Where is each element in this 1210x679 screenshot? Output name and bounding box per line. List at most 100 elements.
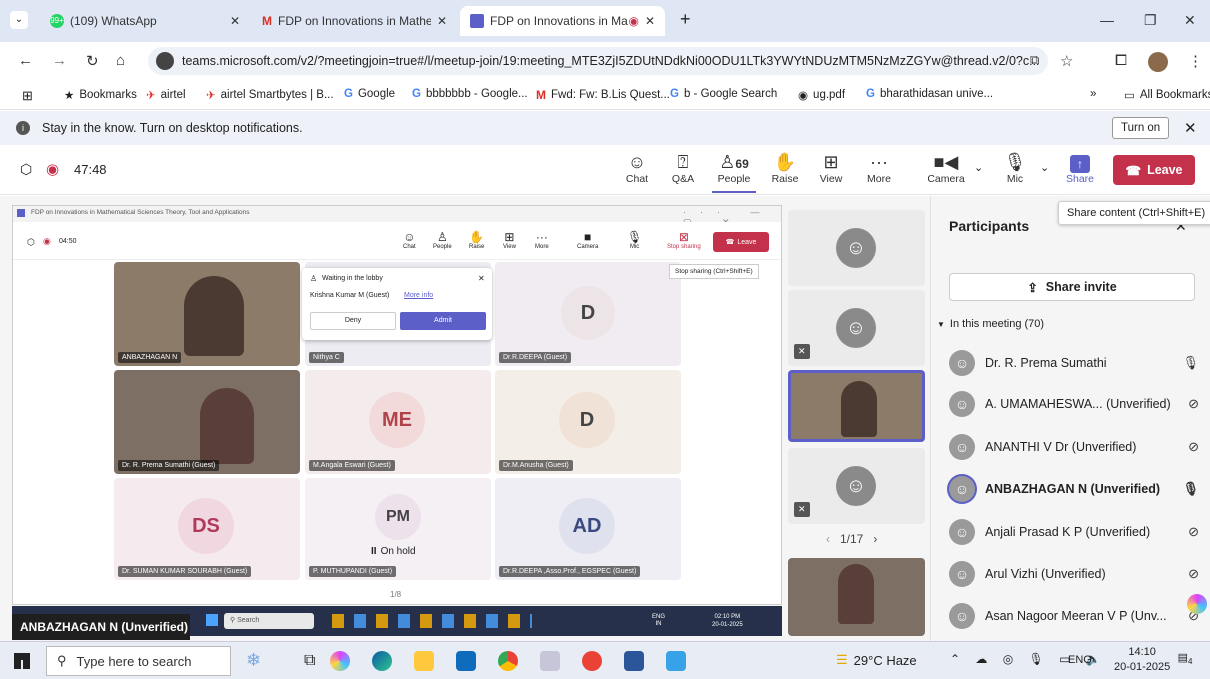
participant-row[interactable]: ☺ Dr. R. Prema Sumathi 🎙 <box>949 348 1199 378</box>
shared-camera-button[interactable]: ■ Camera <box>577 230 598 250</box>
shared-raise-button[interactable]: ✋ Raise <box>469 230 484 250</box>
url-input[interactable]: teams.microsoft.com/v2/?meetingjoin=true… <box>148 47 1048 75</box>
profile-avatar[interactable] <box>1148 52 1168 72</box>
bookmark-star-icon[interactable]: ☆ <box>1060 52 1073 70</box>
back-icon[interactable]: ← <box>18 52 33 69</box>
edge-icon[interactable] <box>372 651 392 671</box>
turn-on-button[interactable]: Turn on <box>1112 117 1170 139</box>
raise-hand-button[interactable]: ✋ Raise <box>770 151 800 185</box>
taskbar-search-input[interactable]: ⚲ Type here to search <box>46 646 231 676</box>
close-icon[interactable]: ✕ <box>478 274 485 283</box>
video-tile[interactable]: AD Dr.R.DEEPA ,Asso.Prof., EGSPEC (Guest… <box>495 478 681 580</box>
file-explorer-icon[interactable] <box>414 651 434 671</box>
copilot-icon[interactable] <box>1187 594 1207 614</box>
camera-button[interactable]: ■◀ Camera <box>926 151 966 185</box>
video-tile[interactable]: ANBAZHAGAN N <box>114 262 300 366</box>
chevron-down-icon[interactable]: ⌄ <box>974 161 983 174</box>
video-tile[interactable]: D Dr.R.DEEPA (Guest) <box>495 262 681 366</box>
notification-center-icon[interactable]: ▤4 <box>1174 651 1196 671</box>
video-tile[interactable]: Dr. R. Prema Sumathi (Guest) <box>114 370 300 474</box>
forward-icon[interactable]: → <box>52 52 67 69</box>
snipping-tool-icon[interactable] <box>540 651 560 671</box>
tab-search-icon[interactable]: ⌄ <box>10 11 28 29</box>
restore-icon[interactable]: ❐ <box>1144 12 1157 29</box>
bookmark-airtel[interactable]: ✈ airtel <box>146 88 186 102</box>
shared-pager[interactable]: 1/8 <box>390 590 401 599</box>
video-tile[interactable]: D Dr.M.Anusha (Guest) <box>495 370 681 474</box>
bookmark-google-search[interactable]: Gb - Google Search <box>670 88 777 100</box>
chat-button[interactable]: ☺ Chat <box>622 151 652 185</box>
chevron-left-icon[interactable]: ‹ <box>826 532 830 546</box>
shared-people-button[interactable]: ♙ People <box>433 230 452 250</box>
menu-kebab-icon[interactable]: ⋮ <box>1188 52 1203 70</box>
more-info-link[interactable]: More info <box>404 292 433 299</box>
chrome-icon[interactable] <box>498 651 518 671</box>
photos-icon[interactable] <box>666 651 686 671</box>
language-indicator[interactable]: ENG <box>1068 654 1092 666</box>
tab-gmail-fdp[interactable]: M FDP on Innovations in Mathema ✕ <box>252 6 457 36</box>
deny-button[interactable]: Deny <box>310 312 396 330</box>
participant-tile[interactable]: ☺ ✕ <box>788 448 925 524</box>
snowflake-widget-icon[interactable]: ❄ <box>246 650 261 671</box>
bookmarks-overflow[interactable]: » <box>1090 88 1096 100</box>
shared-view-button[interactable]: ⊞ View <box>503 230 516 250</box>
install-app-icon[interactable]: ⧉ <box>1030 52 1039 68</box>
right-pager[interactable]: ‹ 1/17 › <box>826 532 877 546</box>
video-tile[interactable]: DS Dr. SUMAN KUMAR SOURABH (Guest) <box>114 478 300 580</box>
task-view-icon[interactable]: ⧉ <box>304 652 315 670</box>
shared-leave-button[interactable]: ☎ Leave <box>713 232 769 252</box>
participant-tile[interactable]: ☺ <box>788 210 925 286</box>
participant-row[interactable]: ☺ Anjali Prasad K P (Unverified) ⊘ <box>949 517 1199 547</box>
apps-grid-icon[interactable]: ⊞ <box>22 88 33 104</box>
qa-button[interactable]: ⍰ Q&A <box>668 151 698 185</box>
close-icon[interactable]: ✕ <box>437 14 447 28</box>
video-tile[interactable]: ME M.Angala Eswari (Guest) <box>305 370 491 474</box>
participant-tile[interactable] <box>788 558 925 636</box>
video-tile[interactable]: PM II On hold P. MUTHUPANDI (Guest) <box>305 478 491 580</box>
leave-button[interactable]: ☎ Leave <box>1113 155 1195 185</box>
section-header[interactable]: ▼ In this meeting (70) <box>937 318 1044 330</box>
tab-whatsapp[interactable]: 99+ (109) WhatsApp ✕ <box>40 6 250 36</box>
participant-row[interactable]: ☺ A. UMAMAHESWA... (Unverified) ⊘ <box>949 389 1199 419</box>
minimize-icon[interactable]: — <box>1100 12 1114 28</box>
clock[interactable]: 14:10 20-01-2025 <box>1114 645 1170 675</box>
share-button[interactable]: ↑ Share <box>1064 151 1096 185</box>
windows-start-icon[interactable] <box>14 653 30 669</box>
participant-row[interactable]: ☺ ANANTHI V Dr (Unverified) ⊘ <box>949 432 1199 462</box>
participant-tile-active[interactable] <box>788 370 925 442</box>
reload-icon[interactable]: ↻ <box>86 52 99 70</box>
shared-mic-button[interactable]: 🎙 Mic <box>627 230 642 250</box>
close-window-icon[interactable]: ✕ <box>1184 12 1196 29</box>
tab-teams-fdp[interactable]: FDP on Innovations in Math ◉ ✕ <box>460 6 665 36</box>
people-button[interactable]: ♙69 People <box>712 151 756 193</box>
close-icon[interactable]: ✕ <box>1184 119 1197 137</box>
shared-more-button[interactable]: ··· More <box>535 230 549 250</box>
participant-row-active[interactable]: ☺ ANBAZHAGAN N (Unverified) 🎙 <box>949 474 1199 504</box>
mic-button[interactable]: 🎙 Mic <box>1000 151 1030 185</box>
word-icon[interactable] <box>624 651 644 671</box>
more-button[interactable]: ··· More <box>864 151 894 185</box>
close-icon[interactable]: ✕ <box>645 14 655 28</box>
new-tab-button[interactable]: + <box>680 9 691 30</box>
bookmark-bharathidasan[interactable]: Gbharathidasan unive... <box>866 88 993 100</box>
view-button[interactable]: ⊞ View <box>816 151 846 185</box>
extensions-icon[interactable]: ⧠ <box>1115 52 1127 69</box>
chevron-down-icon[interactable]: ⌄ <box>1040 161 1049 174</box>
home-icon[interactable]: ⌂ <box>116 52 125 69</box>
bookmark-google[interactable]: G Google <box>344 88 395 100</box>
bookmark-ugpdf[interactable]: ◉ ug.pdf <box>798 88 845 102</box>
bookmark-airtel-smartbytes[interactable]: ✈ airtel Smartbytes | B... <box>206 88 334 102</box>
participant-row[interactable]: ☺ Arul Vizhi (Unverified) ⊘ <box>949 559 1199 589</box>
chrome-profile-icon[interactable] <box>582 651 602 671</box>
close-icon[interactable]: ✕ <box>230 14 240 28</box>
bookmark-bbbbbbb[interactable]: Gbbbbbbb - Google... <box>412 88 528 100</box>
shared-chat-button[interactable]: ☺ Chat <box>403 230 416 250</box>
outlook-icon[interactable] <box>456 651 476 671</box>
share-invite-button[interactable]: ⇪ Share invite <box>949 273 1195 301</box>
chevron-right-icon[interactable]: › <box>873 532 877 546</box>
admit-button[interactable]: Admit <box>400 312 486 330</box>
bookmark-folder[interactable]: ★ Bookmarks <box>64 88 137 102</box>
participant-tile[interactable]: ☺ ✕ <box>788 290 925 366</box>
all-bookmarks[interactable]: ▭ All Bookmarks <box>1124 88 1210 102</box>
site-info-icon[interactable] <box>156 52 174 70</box>
